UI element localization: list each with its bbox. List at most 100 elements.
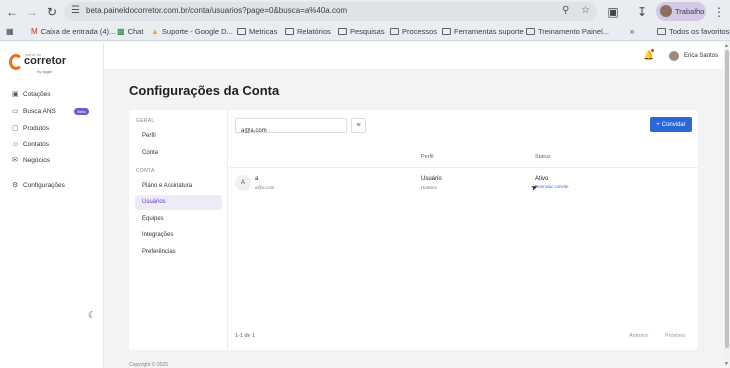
sidebar-item-label: Cotações — [23, 91, 51, 98]
bookmark-label: Metricas — [249, 27, 278, 36]
bookmark-label: Chat — [127, 27, 144, 36]
forward-icon[interactable]: → — [23, 3, 41, 20]
download-icon[interactable]: ↧ — [633, 3, 651, 20]
folder-icon: ▭ — [12, 108, 19, 115]
sidebar-item-label: Produtos — [23, 125, 50, 132]
column-header-profile: Perfil — [421, 154, 434, 160]
sidebar-item-configuracoes[interactable]: ⚙ Configurações — [12, 182, 65, 189]
avatar[interactable] — [669, 51, 679, 61]
reload-icon[interactable]: ↻ — [43, 3, 61, 20]
browser-toolbar: ← → ↻ ☰ beta.painel​docorretor.com.br/co… — [0, 0, 730, 23]
bookmark-label: Pesquisas — [350, 27, 385, 36]
bookmarks-bar: ▦ M Caixa de entrada (4)... ▩ Chat ▲ Suport… — [0, 23, 730, 41]
subnav-item-integracoes[interactable]: Integrações — [142, 232, 173, 238]
filter-button[interactable]: ≡ — [351, 118, 366, 133]
bookmark-ferramentas[interactable]: Ferramentas suporte — [442, 27, 524, 36]
sidebar-item-contatos[interactable]: ☺ Contatos — [12, 141, 49, 148]
sidebar-item-label: Busca ANS — [23, 108, 56, 115]
footer: Copyright © 2025 — [129, 362, 168, 368]
next-page-button[interactable]: Próximo — [665, 333, 685, 339]
plus-icon: + — [656, 121, 660, 128]
bookmark-gmail[interactable]: M Caixa de entrada (4)... — [31, 27, 115, 36]
bookmark-pesquisas[interactable]: Pesquisas — [338, 27, 385, 36]
bookmark-processos[interactable]: Processos — [390, 27, 437, 36]
profile-chip[interactable]: Trabalho — [656, 2, 706, 21]
sidebar: painel do corretor by agger ▣ Cotações ▭ B… — [0, 42, 104, 368]
subnav-item-usuarios[interactable]: Usuários — [142, 199, 166, 205]
logo[interactable]: painel do corretor by agger — [9, 52, 69, 76]
folder-icon — [526, 28, 535, 35]
scroll-thumb[interactable] — [725, 50, 729, 348]
subnav-item-perfil[interactable]: Perfil — [142, 133, 156, 139]
site-settings-icon[interactable]: ☰ — [71, 5, 80, 16]
user-profile-cell: Usuário — [421, 176, 442, 182]
bookmark-label: Treinamento Painel... — [538, 27, 610, 36]
bookmark-label: Relatórios — [297, 27, 331, 36]
settings-subnav: GERAL Perfil Conta CONTA Plano e Assinat… — [129, 110, 228, 350]
scroll-up-icon[interactable]: ▲ — [724, 43, 729, 49]
extensions-icon[interactable]: ▣ — [604, 3, 622, 20]
user-initial-avatar: A — [235, 175, 251, 191]
notification-dot — [651, 49, 654, 52]
dark-mode-icon[interactable]: ☾ — [88, 310, 96, 321]
topbar: 🔔 Erica Santos — [104, 42, 724, 70]
filter-icon: ≡ — [356, 122, 361, 129]
subnav-item-plano[interactable]: Plano e Assinatura — [142, 183, 192, 189]
column-header-status: Status — [535, 154, 551, 160]
subnav-item-conta[interactable]: Conta — [142, 150, 158, 156]
user-team-cell: Hunters — [421, 185, 437, 190]
all-favorites[interactable]: Todos os favoritos — [657, 27, 729, 36]
bookmark-label: Ferramentas suporte — [454, 27, 524, 36]
folder-icon — [285, 28, 294, 35]
bookmark-star-icon[interactable]: ☆ — [581, 5, 590, 16]
bookmark-label: Suporte - Google D... — [161, 27, 233, 36]
invite-label: Convidar — [661, 121, 686, 128]
menu-icon[interactable]: ⋮ — [710, 3, 728, 20]
bookmark-relatorios[interactable]: Relatórios — [285, 27, 331, 36]
sidebar-item-label: Configurações — [23, 182, 65, 189]
back-icon[interactable]: ← — [3, 3, 21, 20]
bookmark-treinamento[interactable]: Treinamento Painel... — [526, 27, 609, 36]
user-name[interactable]: Erica Santos — [684, 53, 718, 59]
resend-invite-link[interactable]: Reenviar convite — [535, 184, 569, 189]
profile-label: Trabalho — [675, 7, 705, 16]
search-input[interactable] — [236, 124, 346, 138]
sidebar-item-produtos[interactable]: ▢ Produtos — [12, 125, 49, 132]
folder-icon — [237, 28, 246, 35]
box-icon: ▢ — [12, 125, 19, 132]
subnav-group-conta: CONTA — [136, 168, 155, 174]
bookmark-chat[interactable]: ▩ Chat — [117, 27, 143, 36]
status-badge: Ativo — [535, 176, 549, 182]
sidebar-item-cotacoes[interactable]: ▣ Cotações — [12, 91, 50, 98]
sidebar-item-busca-ans[interactable]: ▭ Busca ANS — [12, 108, 56, 115]
bookmark-metricas[interactable]: Metricas — [237, 27, 277, 36]
settings-card: GERAL Perfil Conta CONTA Plano e Assinat… — [129, 110, 698, 350]
zoom-icon[interactable]: ⚲ — [562, 5, 569, 16]
url-text: beta.painel​docorretor.com.br/conta/usua… — [86, 6, 348, 15]
scrollbar[interactable]: ▲ ▼ — [724, 42, 730, 368]
user-email-cell: a@a.com — [255, 185, 275, 190]
bookmark-suporte[interactable]: ▲ Suporte - Google D... — [151, 27, 233, 36]
search-field[interactable] — [235, 118, 347, 138]
address-bar[interactable]: ☰ beta.painel​docorretor.com.br/conta/us… — [64, 2, 597, 21]
subnav-item-equipes[interactable]: Equipes — [142, 216, 164, 222]
folder-icon — [390, 28, 399, 35]
pagination-count: 1-1 de 1 — [235, 333, 256, 339]
all-favorites-label: Todos os favoritos — [669, 27, 730, 36]
prev-page-button[interactable]: Anterior — [629, 333, 648, 339]
more-bookmarks-icon[interactable]: » — [630, 27, 634, 36]
page-title: Configurações da Conta — [129, 83, 280, 98]
sidebar-item-negocios[interactable]: ✉ Negócios — [12, 157, 50, 164]
subnav-item-preferencias[interactable]: Preferências — [142, 249, 176, 255]
sidebar-item-label: Contatos — [23, 141, 50, 148]
bookmark-label: Processos — [402, 27, 438, 36]
gear-icon: ⚙ — [12, 182, 19, 189]
chat-icon: ▩ — [117, 27, 125, 36]
apps-icon[interactable]: ▦ — [6, 27, 14, 36]
invite-button[interactable]: + Convidar — [650, 117, 692, 132]
logo-icon — [9, 54, 23, 70]
logo-brand: corretor — [24, 55, 67, 67]
scroll-down-icon[interactable]: ▼ — [724, 361, 729, 367]
profile-avatar — [660, 5, 672, 17]
gmail-icon: M — [31, 27, 38, 36]
